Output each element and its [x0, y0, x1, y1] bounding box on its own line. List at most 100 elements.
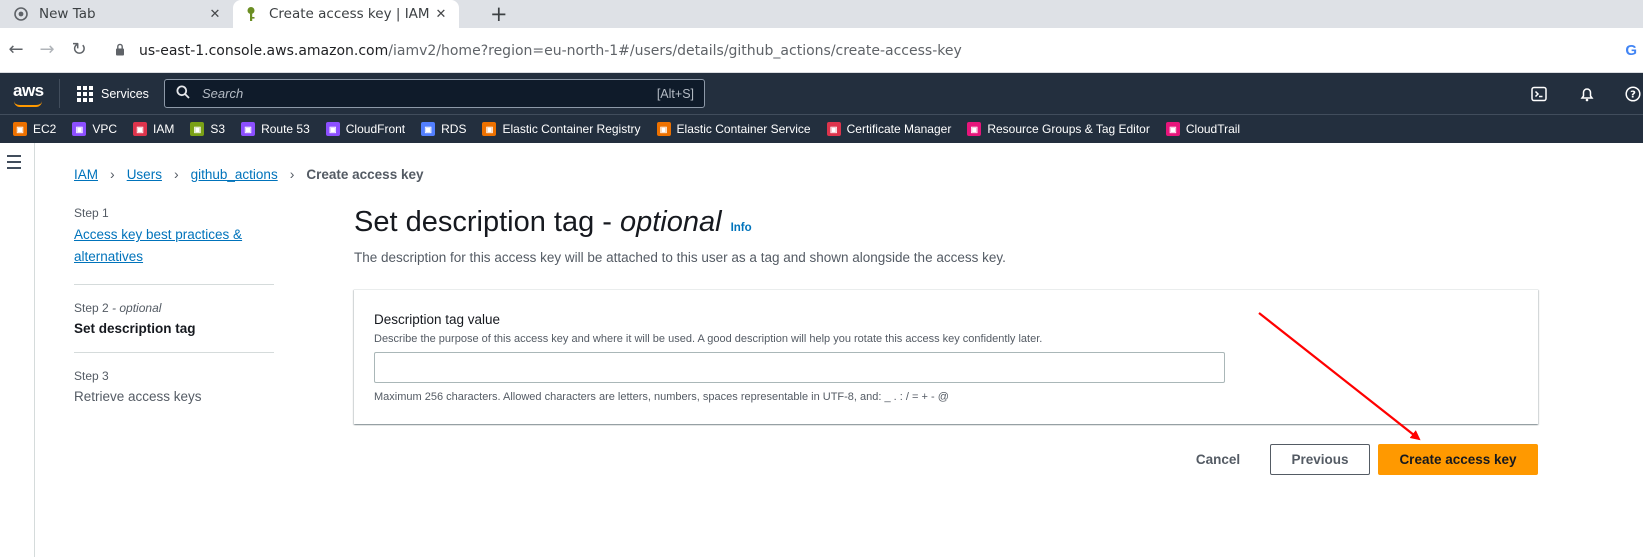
- service-icon: ▣: [241, 122, 256, 136]
- search-placeholder: Search: [202, 86, 244, 101]
- page-title-text: Set description tag - optional: [354, 206, 722, 239]
- service-icon: ▣: [13, 122, 27, 136]
- page-title: Set description tag - optional Info: [354, 206, 752, 239]
- help-icon[interactable]: ?: [1622, 73, 1643, 114]
- service-icon: ▣: [967, 122, 982, 136]
- tab-create-access-key[interactable]: Create access key | IAM | G ✕: [233, 0, 459, 28]
- forward-arrow-icon[interactable]: →: [36, 39, 58, 61]
- favorite-rds[interactable]: ▣ RDS: [421, 122, 466, 136]
- service-icon: ▣: [325, 122, 340, 136]
- step-divider: [74, 352, 274, 353]
- url-path: /iamv2/home?region=eu-north-1#/users/det…: [388, 42, 962, 59]
- step-2-label-text: Step 2: [74, 301, 109, 315]
- step-1-label: Step 1: [74, 206, 109, 220]
- favorite-resource-groups-tag-editor[interactable]: ▣ Resource Groups & Tag Editor: [967, 122, 1150, 136]
- tab-title: Create access key | IAM | G: [269, 6, 433, 22]
- close-tab-icon[interactable]: ✕: [207, 7, 223, 22]
- favorite-label: VPC: [92, 122, 118, 136]
- url-host: us-east-1.console.aws.amazon.com: [139, 42, 389, 59]
- favorite-ec2[interactable]: ▣ EC2: [13, 122, 56, 136]
- favorite-label: Certificate Manager: [846, 122, 952, 136]
- favorite-label: RDS: [441, 122, 467, 136]
- search-icon: [176, 85, 192, 103]
- favorites-bar: ▣ EC2 ▣ VPC ▣ IAM ▣ S3 ▣ Route 53 ▣ CloudFront ▣ RDS ▣…: [0, 114, 1643, 143]
- new-tab-button[interactable]: +: [490, 2, 508, 26]
- create-access-key-button[interactable]: Create access key: [1378, 444, 1538, 475]
- chevron-right-icon: ›: [289, 166, 295, 182]
- tab-title: New Tab: [39, 6, 96, 22]
- description-tag-panel: Description tag value Describe the purpo…: [354, 289, 1538, 424]
- breadcrumb: IAM › Users › github_actions › Create ac…: [74, 166, 423, 182]
- step-2-optional: - optional: [112, 301, 162, 315]
- key-icon: [243, 6, 259, 22]
- service-icon: ▣: [482, 122, 497, 136]
- console-search-input[interactable]: Search [Alt+S]: [164, 79, 705, 108]
- favorite-label: CloudTrail: [1185, 122, 1241, 136]
- browser-tab-strip: New Tab ✕ Create access key | IAM | G ✕ …: [0, 0, 1643, 28]
- browser-toolbar: ← → ↻ us-east-1.console.aws.amazon.com/i…: [0, 28, 1643, 73]
- favorite-label: CloudFront: [345, 122, 406, 136]
- service-icon: ▣: [72, 122, 87, 136]
- chevron-right-icon: ›: [173, 166, 179, 182]
- lock-icon: [115, 43, 129, 59]
- chrome-icon: [13, 6, 29, 22]
- favorite-iam[interactable]: ▣ IAM: [133, 122, 174, 136]
- previous-button[interactable]: Previous: [1270, 444, 1370, 475]
- svg-text:?: ?: [1630, 89, 1636, 100]
- grid-icon: [77, 85, 93, 102]
- breadcrumb-iam[interactable]: IAM: [74, 167, 98, 182]
- chevron-right-icon: ›: [110, 166, 115, 182]
- page-title-optional: optional: [619, 206, 722, 238]
- services-label: Services: [101, 86, 149, 101]
- breadcrumb-current: Create access key: [306, 166, 424, 182]
- favorite-certificate-manager[interactable]: ▣ Certificate Manager: [826, 122, 952, 136]
- favorite-label: IAM: [153, 122, 175, 136]
- service-icon: ▣: [421, 122, 436, 136]
- address-bar[interactable]: us-east-1.console.aws.amazon.com/iamv2/h…: [103, 34, 1643, 67]
- favorite-route-53[interactable]: ▣ Route 53: [241, 122, 310, 136]
- step-divider: [74, 284, 274, 285]
- side-navigation: [0, 143, 35, 557]
- services-menu-button[interactable]: Services: [77, 73, 149, 114]
- cancel-button[interactable]: Cancel: [1183, 444, 1253, 475]
- service-icon: ▣: [133, 122, 148, 136]
- info-link[interactable]: Info: [731, 222, 752, 234]
- favorite-label: S3: [210, 122, 226, 136]
- favorite-s3[interactable]: ▣ S3: [190, 122, 225, 136]
- description-tag-input[interactable]: [374, 352, 1225, 383]
- breadcrumb-users[interactable]: Users: [127, 167, 162, 182]
- step-2-current: Set description tag: [74, 321, 196, 336]
- tab-new-tab[interactable]: New Tab ✕: [0, 0, 233, 28]
- reload-icon[interactable]: ↻: [68, 39, 90, 61]
- breadcrumb-user[interactable]: github_actions: [191, 167, 278, 182]
- nav-divider: [59, 79, 60, 108]
- page-title-main: Set description tag -: [354, 206, 620, 238]
- service-icon: ▣: [656, 122, 671, 136]
- favorite-elastic-container-registry[interactable]: ▣ Elastic Container Registry: [482, 122, 641, 136]
- step-3-title: Retrieve access keys: [74, 389, 202, 404]
- close-tab-icon[interactable]: ✕: [433, 7, 449, 22]
- search-shortcut: [Alt+S]: [656, 86, 694, 101]
- cloudshell-icon[interactable]: [1528, 73, 1550, 114]
- favorite-label: Resource Groups & Tag Editor: [987, 122, 1150, 136]
- description-tag-label: Description tag value: [374, 312, 501, 327]
- google-icon[interactable]: G: [1625, 42, 1637, 59]
- menu-hamburger-icon[interactable]: [7, 155, 21, 173]
- description-tag-constraint: Maximum 256 characters. Allowed characte…: [374, 391, 949, 403]
- favorite-elastic-container-service[interactable]: ▣ Elastic Container Service: [656, 122, 811, 136]
- aws-smile-icon: [14, 101, 42, 107]
- favorite-label: EC2: [33, 122, 57, 136]
- back-arrow-icon[interactable]: ←: [5, 39, 27, 61]
- step-2-label: Step 2 - optional: [74, 301, 274, 315]
- aws-logo[interactable]: aws: [13, 81, 44, 107]
- favorite-cloudtrail[interactable]: ▣ CloudTrail: [1165, 122, 1241, 136]
- favorite-label: Elastic Container Registry: [502, 122, 641, 136]
- favorite-label: Elastic Container Service: [676, 122, 811, 136]
- service-icon: ▣: [826, 122, 841, 136]
- notifications-bell-icon[interactable]: [1576, 73, 1598, 114]
- favorite-cloudfront[interactable]: ▣ CloudFront: [325, 122, 406, 136]
- description-tag-help: Describe the purpose of this access key …: [374, 333, 1043, 345]
- step-1-link[interactable]: Access key best practices & alternatives: [74, 224, 274, 268]
- wizard-steps: Step 1 Access key best practices & alter…: [74, 206, 274, 404]
- favorite-vpc[interactable]: ▣ VPC: [72, 122, 117, 136]
